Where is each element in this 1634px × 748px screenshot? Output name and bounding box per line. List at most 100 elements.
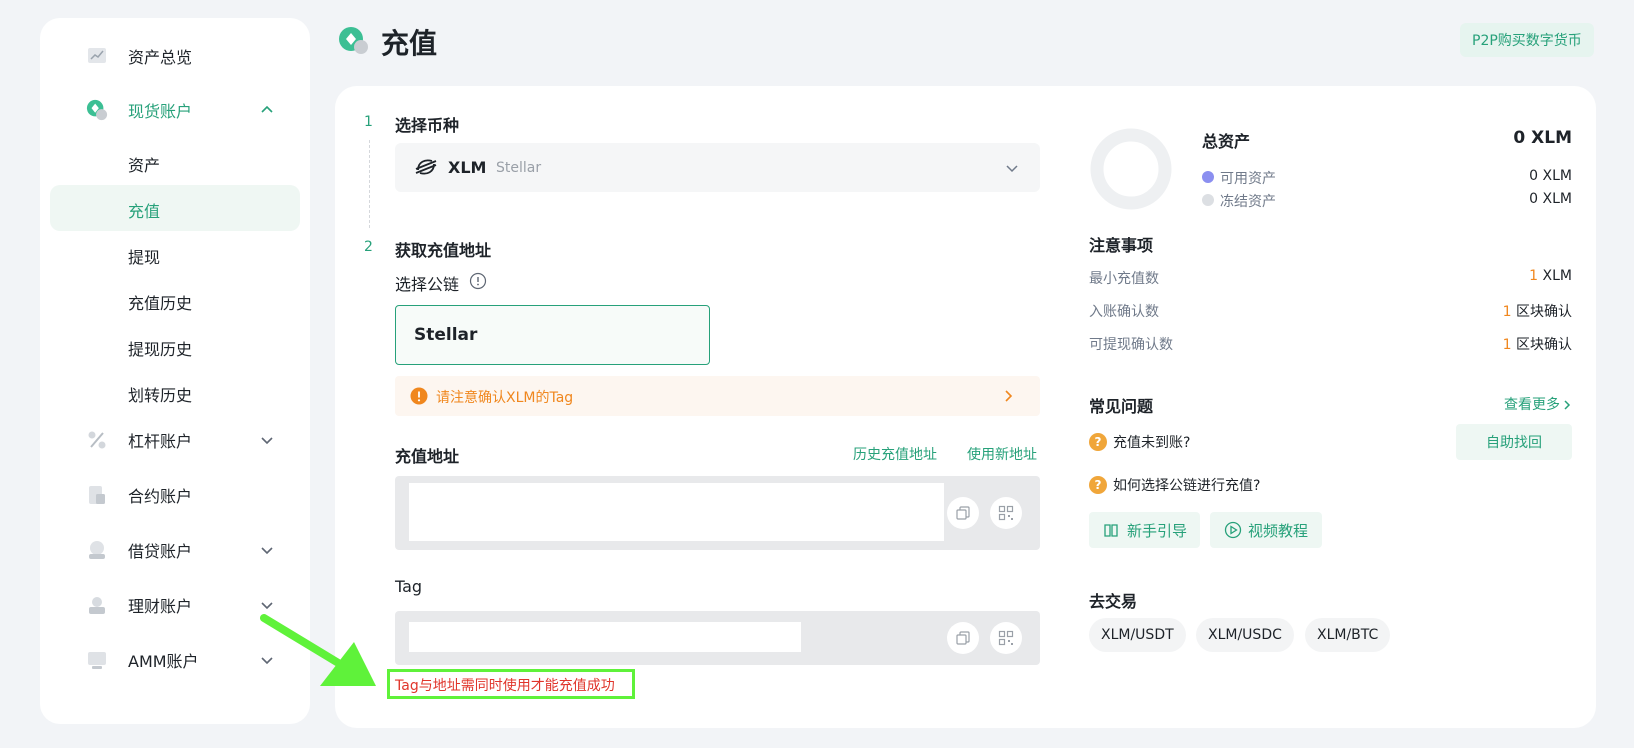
faq-question-text: 如何选择公链进行充值? <box>1113 478 1261 494</box>
trade-pair-pill[interactable]: XLM/USDC <box>1196 618 1294 652</box>
coin-select[interactable]: XLM Stellar <box>395 143 1040 192</box>
button-label: 视频教程 <box>1248 521 1309 540</box>
chain-option-label: Stellar <box>414 325 478 345</box>
chevron-down-icon <box>1004 160 1020 180</box>
sidebar-item-loan[interactable]: 借贷账户 <box>50 526 300 574</box>
sidebar-subitem-label: 充值 <box>128 202 161 221</box>
address-label: 充值地址 <box>395 447 460 466</box>
notice-row-value: 1 区块确认 <box>1503 301 1572 321</box>
deposit-logo-icon <box>338 26 372 60</box>
total-assets-value: 0 XLM <box>1513 128 1572 148</box>
finance-icon <box>86 594 108 616</box>
sidebar-item-label: 现货账户 <box>128 102 193 121</box>
faq-question-text: 充值未到账? <box>1113 435 1191 451</box>
available-label: 可用资产 <box>1220 171 1276 187</box>
chevron-down-icon[interactable] <box>260 433 274 447</box>
spot-icon <box>86 99 108 121</box>
sidebar-subitem-deposit-history[interactable]: 充值历史 <box>50 277 300 323</box>
asset-donut-chart <box>1089 127 1173 215</box>
qrcode-icon[interactable] <box>990 622 1022 654</box>
trade-pair-pill[interactable]: XLM/BTC <box>1305 618 1391 652</box>
sidebar-item-label: 杠杆账户 <box>128 432 193 451</box>
chain-label: 选择公链 <box>395 275 460 294</box>
sidebar-item-label: 借贷账户 <box>128 542 193 561</box>
notice-row-value: 1 区块确认 <box>1503 334 1572 354</box>
step-number: 1 <box>364 114 373 130</box>
new-address-link[interactable]: 使用新地址 <box>967 444 1037 464</box>
sidebar-subitem-transfer-history[interactable]: 划转历史 <box>50 369 300 415</box>
step-connector <box>369 140 370 228</box>
copy-icon[interactable] <box>947 622 979 654</box>
faq-question-1[interactable]: ? 充值未到账? <box>1089 432 1190 452</box>
step-number: 2 <box>364 239 373 255</box>
frozen-label: 冻结资产 <box>1220 194 1276 210</box>
tag-note: Tag与地址需同时使用才能充值成功 <box>395 678 615 694</box>
trade-title: 去交易 <box>1089 592 1138 611</box>
faq-question-2[interactable]: ? 如何选择公链进行充值? <box>1089 475 1260 495</box>
sidebar-item-label: 资产总览 <box>128 48 193 67</box>
play-icon <box>1224 521 1242 539</box>
step-title: 选择币种 <box>395 116 460 135</box>
chain-option-stellar[interactable]: Stellar <box>395 305 710 365</box>
sidebar-subitem-withdraw-history[interactable]: 提现历史 <box>50 323 300 369</box>
p2p-buy-button[interactable]: P2P购买数字货币 <box>1460 23 1594 57</box>
book-icon <box>1103 522 1119 538</box>
notice-row-num: 1 <box>1529 268 1539 284</box>
available-value: 0 XLM <box>1529 168 1572 184</box>
amm-icon <box>86 649 108 671</box>
notice-row-unit: XLM <box>1542 268 1572 284</box>
sidebar-subitem-label: 划转历史 <box>128 386 193 405</box>
info-icon[interactable] <box>469 272 487 294</box>
sidebar-subitem-assets[interactable]: 资产 <box>50 139 300 185</box>
tag-label: Tag <box>395 577 423 596</box>
notice-row-label: 入账确认数 <box>1089 304 1159 320</box>
view-more-link[interactable]: 查看更多 <box>1504 394 1560 414</box>
notice-row-num: 1 <box>1502 304 1512 320</box>
sidebar-subitem-label: 充值历史 <box>128 294 193 313</box>
chevron-up-icon[interactable] <box>260 103 274 117</box>
chevron-right-icon <box>1001 388 1015 407</box>
faq-title: 常见问题 <box>1089 397 1154 416</box>
question-icon: ? <box>1089 476 1107 494</box>
available-dot-icon <box>1202 171 1214 183</box>
sidebar-subitem-label: 提现历史 <box>128 340 193 359</box>
beginner-guide-button[interactable]: 新手引导 <box>1089 512 1200 548</box>
sidebar-subitem-deposit[interactable]: 充值 <box>50 185 300 231</box>
copy-icon[interactable] <box>947 497 979 529</box>
sidebar-item-margin[interactable]: 杠杆账户 <box>50 416 300 464</box>
history-address-link[interactable]: 历史充值地址 <box>853 444 937 464</box>
contract-icon <box>86 484 108 506</box>
frozen-value: 0 XLM <box>1529 191 1572 207</box>
sidebar-subitem-withdraw[interactable]: 提现 <box>50 231 300 277</box>
sidebar-item-label: 理财账户 <box>128 597 193 616</box>
annotation-arrow-icon <box>258 612 382 694</box>
tag-field <box>395 611 1040 665</box>
chevron-right-icon <box>1562 396 1572 415</box>
video-tutorial-button[interactable]: 视频教程 <box>1210 512 1322 548</box>
sidebar-item-label: AMM账户 <box>128 652 199 671</box>
warning-text: 请注意确认XLM的Tag <box>436 390 574 406</box>
page-title: 充值 <box>381 27 438 60</box>
button-label: 新手引导 <box>1127 521 1188 540</box>
frozen-dot-icon <box>1202 194 1214 206</box>
sidebar-item-spot[interactable]: 现货账户 <box>50 86 300 134</box>
margin-icon <box>86 429 108 451</box>
warning-icon <box>410 387 428 409</box>
self-recovery-button[interactable]: 自助找回 <box>1456 424 1572 460</box>
trade-pair-pill[interactable]: XLM/USDT <box>1089 618 1186 652</box>
sidebar-item-overview[interactable]: 资产总览 <box>50 32 300 80</box>
tag-value[interactable] <box>409 622 801 652</box>
sidebar-item-contract[interactable]: 合约账户 <box>50 471 300 519</box>
notice-row-unit: 区块确认 <box>1516 304 1572 320</box>
chevron-down-icon[interactable] <box>260 543 274 557</box>
notice-row-label: 最小充值数 <box>1089 271 1159 287</box>
coin-symbol: XLM <box>448 158 487 177</box>
address-value[interactable] <box>409 483 944 541</box>
notice-row-num: 1 <box>1502 337 1512 353</box>
question-icon: ? <box>1089 433 1107 451</box>
qrcode-icon[interactable] <box>990 497 1022 529</box>
tag-warning-bar[interactable]: 请注意确认XLM的Tag <box>395 376 1040 416</box>
notice-title: 注意事项 <box>1089 236 1154 255</box>
chevron-down-icon[interactable] <box>260 598 274 612</box>
step-title: 获取充值地址 <box>395 241 492 260</box>
